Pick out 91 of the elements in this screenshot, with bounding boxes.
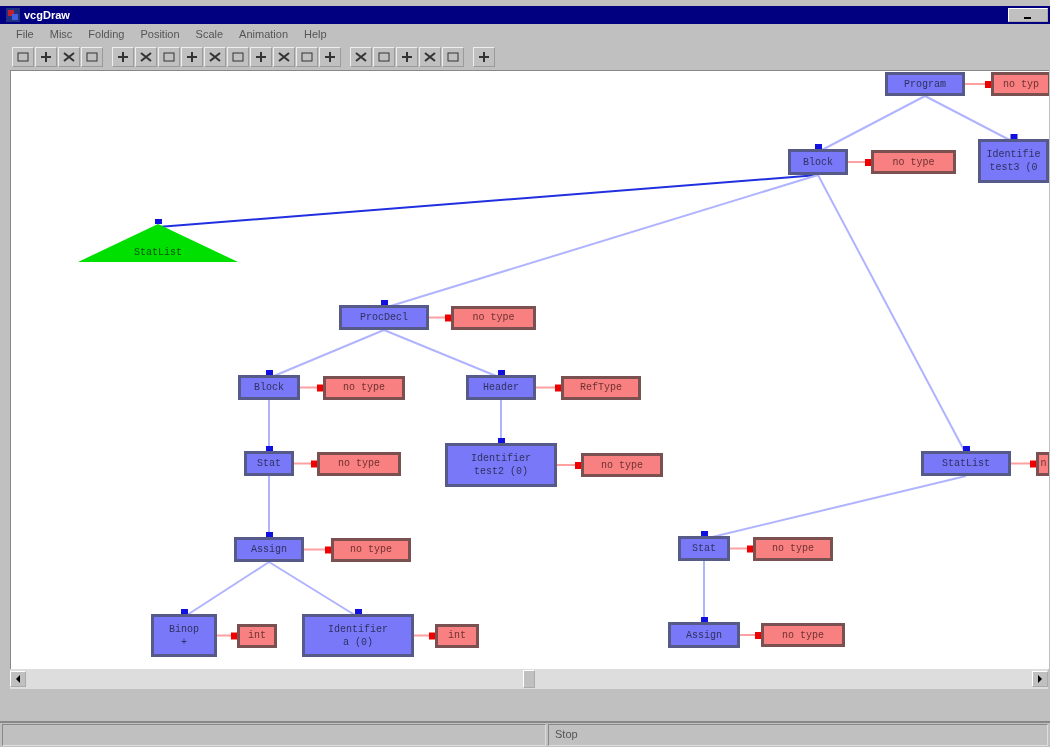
tool-icon <box>254 51 268 63</box>
tool-icon <box>39 51 53 63</box>
graph-node[interactable]: Program <box>885 72 965 96</box>
right-arrow-icon <box>1037 675 1043 683</box>
horizontal-scrollbar[interactable] <box>10 669 1048 689</box>
type-node[interactable]: no type <box>323 375 405 400</box>
type-arrow <box>413 632 436 640</box>
type-node[interactable]: no type <box>331 537 411 562</box>
type-node[interactable]: no type <box>581 453 663 477</box>
scroll-left-button[interactable] <box>10 671 26 687</box>
menu-item[interactable]: Animation <box>233 28 294 40</box>
scroll-right-button[interactable] <box>1032 671 1048 687</box>
tool-icon <box>300 51 314 63</box>
type-arrow <box>1010 460 1037 468</box>
type-arrow <box>964 81 992 88</box>
minimize-button[interactable] <box>1008 8 1048 22</box>
type-node[interactable]: no type <box>871 150 956 174</box>
toolbar-button[interactable] <box>58 47 80 67</box>
toolbar-button[interactable] <box>350 47 372 67</box>
toolbar-button[interactable] <box>419 47 441 67</box>
type-arrow <box>428 314 452 322</box>
type-arrow <box>535 384 562 392</box>
menu-item[interactable]: Help <box>298 28 333 40</box>
tool-icon <box>377 51 391 63</box>
left-arrow-icon <box>15 675 21 683</box>
graph-node[interactable]: Binop + <box>151 614 217 657</box>
menu-item[interactable]: Scale <box>189 28 230 40</box>
menu-item[interactable]: Position <box>134 28 186 40</box>
scroll-thumb[interactable] <box>523 670 535 688</box>
graph-node[interactable]: Identifier a (0) <box>302 614 414 657</box>
type-node[interactable]: no type <box>451 305 536 330</box>
graph-node[interactable]: Assign <box>234 537 304 562</box>
status-text: Stop <box>548 724 1048 746</box>
window-title: vcgDraw <box>24 9 70 21</box>
toolbar-button[interactable] <box>250 47 272 67</box>
type-arrow <box>556 462 582 469</box>
tool-icon <box>446 51 460 63</box>
type-node[interactable]: no type <box>317 451 401 476</box>
type-arrow <box>216 632 238 640</box>
graph-node[interactable]: Identifier test2 (0) <box>445 443 557 487</box>
tool-icon <box>139 51 153 63</box>
toolbar-button[interactable] <box>273 47 295 67</box>
toolbar-button[interactable] <box>112 47 134 67</box>
type-arrow <box>847 159 872 166</box>
type-arrow <box>303 546 332 554</box>
tool-icon <box>208 51 222 63</box>
type-node[interactable]: no type <box>753 536 833 561</box>
type-node[interactable]: RefType <box>561 375 641 400</box>
menu-item[interactable]: Misc <box>43 28 79 40</box>
type-arrow <box>739 632 762 639</box>
tool-icon <box>85 51 99 63</box>
graph-node[interactable]: ProcDecl <box>339 305 429 330</box>
tool-icon <box>162 51 176 63</box>
tool-icon <box>62 51 76 63</box>
menu-item[interactable]: File <box>10 28 40 40</box>
tool-icon <box>116 51 130 63</box>
type-node[interactable]: no typ <box>991 72 1049 96</box>
toolbar-button[interactable] <box>473 47 495 67</box>
type-node[interactable]: int <box>435 623 479 648</box>
toolbar-button[interactable] <box>135 47 157 67</box>
toolbar-button[interactable] <box>319 47 341 67</box>
menu-item[interactable]: Folding <box>82 28 131 40</box>
tool-icon <box>16 51 30 63</box>
graph-node[interactable]: Block <box>238 375 300 400</box>
tool-icon <box>423 51 437 63</box>
toolbar-button[interactable] <box>35 47 57 67</box>
graph-node[interactable]: Header <box>466 375 536 400</box>
tool-icon <box>185 51 199 63</box>
type-node[interactable]: n <box>1036 451 1049 476</box>
graph-node[interactable]: Stat <box>678 536 730 561</box>
toolbar-button[interactable] <box>181 47 203 67</box>
folded-node[interactable]: StatList <box>78 224 238 262</box>
graph-node[interactable]: Identifie test3 (0 <box>978 139 1049 183</box>
graph-node[interactable]: StatList <box>921 451 1011 476</box>
tool-icon <box>231 51 245 63</box>
tool-icon <box>323 51 337 63</box>
app-icon <box>6 8 20 22</box>
tool-icon <box>277 51 291 63</box>
type-arrow <box>293 460 318 468</box>
type-arrow <box>299 384 324 392</box>
type-node[interactable]: int <box>237 623 277 648</box>
graph-node[interactable]: Stat <box>244 451 294 476</box>
type-arrow <box>729 545 754 553</box>
graph-node[interactable]: Assign <box>668 622 740 648</box>
graph-node[interactable]: Block <box>788 149 848 175</box>
type-node[interactable]: no type <box>761 623 845 647</box>
toolbar-button[interactable] <box>204 47 226 67</box>
tool-icon <box>477 51 491 63</box>
tool-icon <box>400 51 414 63</box>
toolbar-button[interactable] <box>396 47 418 67</box>
tool-icon <box>354 51 368 63</box>
